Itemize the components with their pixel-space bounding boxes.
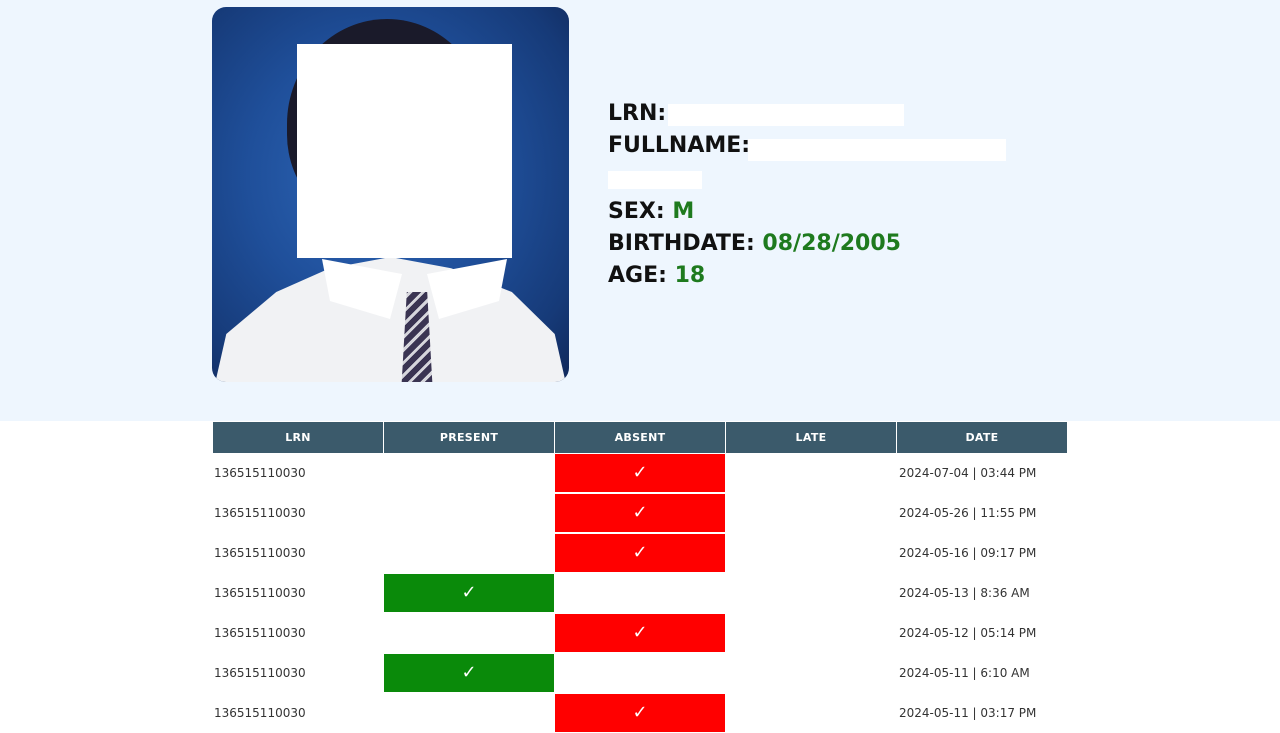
cell-lrn: 136515110030: [213, 453, 383, 493]
profile-section: LRN: FULLNAME: SEX: M BIRTHDATE: 08/28/2…: [0, 0, 1280, 421]
cell-late: [726, 573, 896, 613]
cell-lrn: 136515110030: [213, 533, 383, 573]
cell-present: ✓: [384, 573, 554, 613]
cell-date: 2024-07-04 | 03:44 PM: [897, 453, 1067, 493]
checkmark-icon: ✓: [632, 502, 648, 523]
fullname-redaction: [748, 139, 1006, 161]
cell-late: [726, 493, 896, 533]
cell-late: [726, 453, 896, 493]
age-label: AGE:: [608, 263, 667, 288]
cell-date: 2024-05-26 | 11:55 PM: [897, 493, 1067, 533]
cell-absent: ✓: [555, 613, 725, 653]
sex-label: SEX:: [608, 199, 665, 224]
cell-date: 2024-05-11 | 6:10 AM: [897, 653, 1067, 693]
cell-absent: ✓: [555, 453, 725, 493]
checkmark-icon: ✓: [632, 462, 648, 483]
checkmark-icon: ✓: [461, 662, 477, 683]
checkmark-icon: ✓: [461, 582, 477, 603]
sex-value: M: [672, 199, 695, 224]
column-header-present: PRESENT: [384, 422, 554, 453]
birthdate-label: BIRTHDATE:: [608, 231, 755, 256]
lrn-label: LRN:: [608, 101, 667, 126]
column-header-lrn: LRN: [213, 422, 383, 453]
lrn-redaction: [668, 104, 904, 126]
cell-date: 2024-05-13 | 8:36 AM: [897, 573, 1067, 613]
age-value: 18: [674, 263, 706, 288]
fullname-label: FULLNAME:: [608, 133, 751, 158]
cell-present: [384, 613, 554, 653]
birthdate-value: 08/28/2005: [762, 231, 901, 256]
cell-late: [726, 693, 896, 733]
cell-present: [384, 453, 554, 493]
column-header-late: LATE: [726, 422, 896, 453]
cell-present: [384, 533, 554, 573]
age-row: AGE: 18: [608, 260, 705, 292]
cell-date: 2024-05-12 | 05:14 PM: [897, 613, 1067, 653]
checkmark-icon: ✓: [632, 622, 648, 643]
table-row: 136515110030 ✓ 2024-05-26 | 11:55 PM: [213, 493, 1067, 533]
sex-row: SEX: M: [608, 196, 694, 228]
table-header-row: LRN PRESENT ABSENT LATE DATE: [213, 422, 1067, 453]
attendance-rows: 136515110030 ✓ 2024-07-04 | 03:44 PM 136515…: [213, 453, 1067, 733]
cell-absent: [555, 653, 725, 693]
cell-present: ✓: [384, 653, 554, 693]
cell-absent: ✓: [555, 693, 725, 733]
birthdate-row: BIRTHDATE: 08/28/2005: [608, 228, 901, 260]
cell-late: [726, 613, 896, 653]
cell-absent: [555, 573, 725, 613]
cell-late: [726, 533, 896, 573]
cell-present: [384, 693, 554, 733]
fullname-row: FULLNAME:: [608, 130, 750, 162]
cell-lrn: 136515110030: [213, 573, 383, 613]
cell-date: 2024-05-16 | 09:17 PM: [897, 533, 1067, 573]
cell-lrn: 136515110030: [213, 693, 383, 733]
cell-present: [384, 493, 554, 533]
cell-absent: ✓: [555, 493, 725, 533]
table-row: 136515110030 ✓ 2024-05-13 | 8:36 AM: [213, 573, 1067, 613]
cell-lrn: 136515110030: [213, 493, 383, 533]
table-row: 136515110030 ✓ 2024-05-11 | 03:17 PM: [213, 693, 1067, 733]
face-redaction: [297, 44, 512, 258]
column-header-absent: ABSENT: [555, 422, 725, 453]
student-photo: [212, 7, 569, 382]
cell-late: [726, 653, 896, 693]
cell-lrn: 136515110030: [213, 653, 383, 693]
cell-absent: ✓: [555, 533, 725, 573]
cell-date: 2024-05-11 | 03:17 PM: [897, 693, 1067, 733]
table-row: 136515110030 ✓ 2024-05-11 | 6:10 AM: [213, 653, 1067, 693]
lrn-row: LRN:: [608, 98, 666, 130]
table-row: 136515110030 ✓ 2024-07-04 | 03:44 PM: [213, 453, 1067, 493]
fullname-redaction-line2: [608, 171, 702, 189]
table-row: 136515110030 ✓ 2024-05-12 | 05:14 PM: [213, 613, 1067, 653]
cell-lrn: 136515110030: [213, 613, 383, 653]
table-row: 136515110030 ✓ 2024-05-16 | 09:17 PM: [213, 533, 1067, 573]
checkmark-icon: ✓: [632, 542, 648, 563]
column-header-date: DATE: [897, 422, 1067, 453]
attendance-table: LRN PRESENT ABSENT LATE DATE 13651511003…: [212, 422, 1068, 733]
